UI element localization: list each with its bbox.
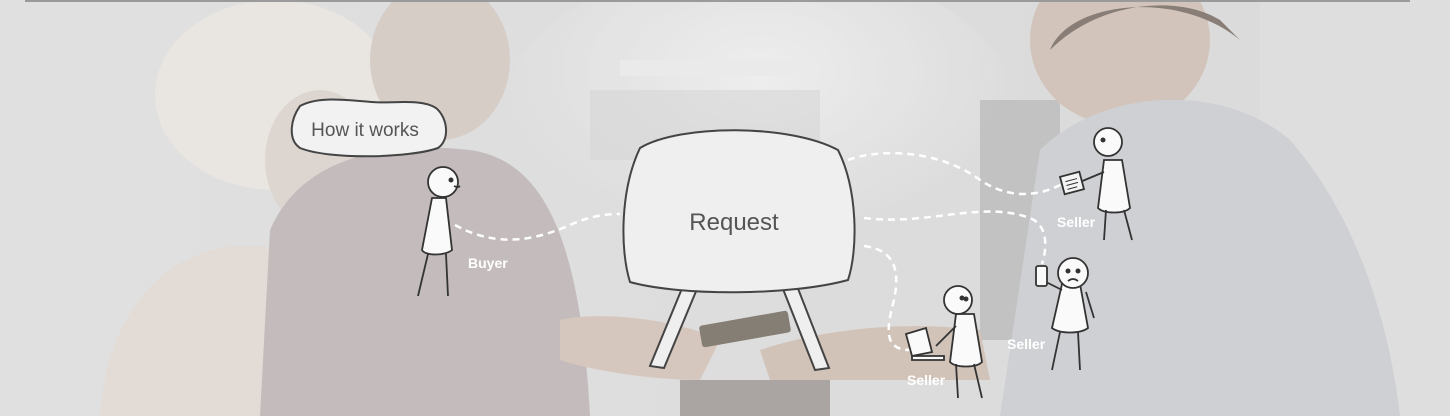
buyer-figure-icon [417,166,461,297]
connector-seller-top [847,151,1063,196]
seller-top-label: Seller [1057,214,1096,230]
bubble-text: How it works [311,120,419,141]
seller-mid-label: Seller [1007,336,1046,352]
how-it-works-banner: How it works Request Buyer Seller Seller… [0,0,1450,416]
connector-buyer [454,212,621,241]
board-leg-left [648,284,699,370]
request-board: Request [622,129,856,372]
connector-seller-mid [863,210,1047,265]
board-text: Request [689,209,779,236]
seller-mid-figure-icon [1035,257,1095,371]
board-leg-right [781,284,831,372]
seller-bottom-label: Seller [907,372,946,388]
connector-seller-bottom [863,244,911,352]
how-it-works-diagram: How it works Request Buyer Seller Seller… [290,98,1133,399]
buyer-label: Buyer [468,255,508,271]
how-it-works-bubble: How it works [290,98,447,158]
